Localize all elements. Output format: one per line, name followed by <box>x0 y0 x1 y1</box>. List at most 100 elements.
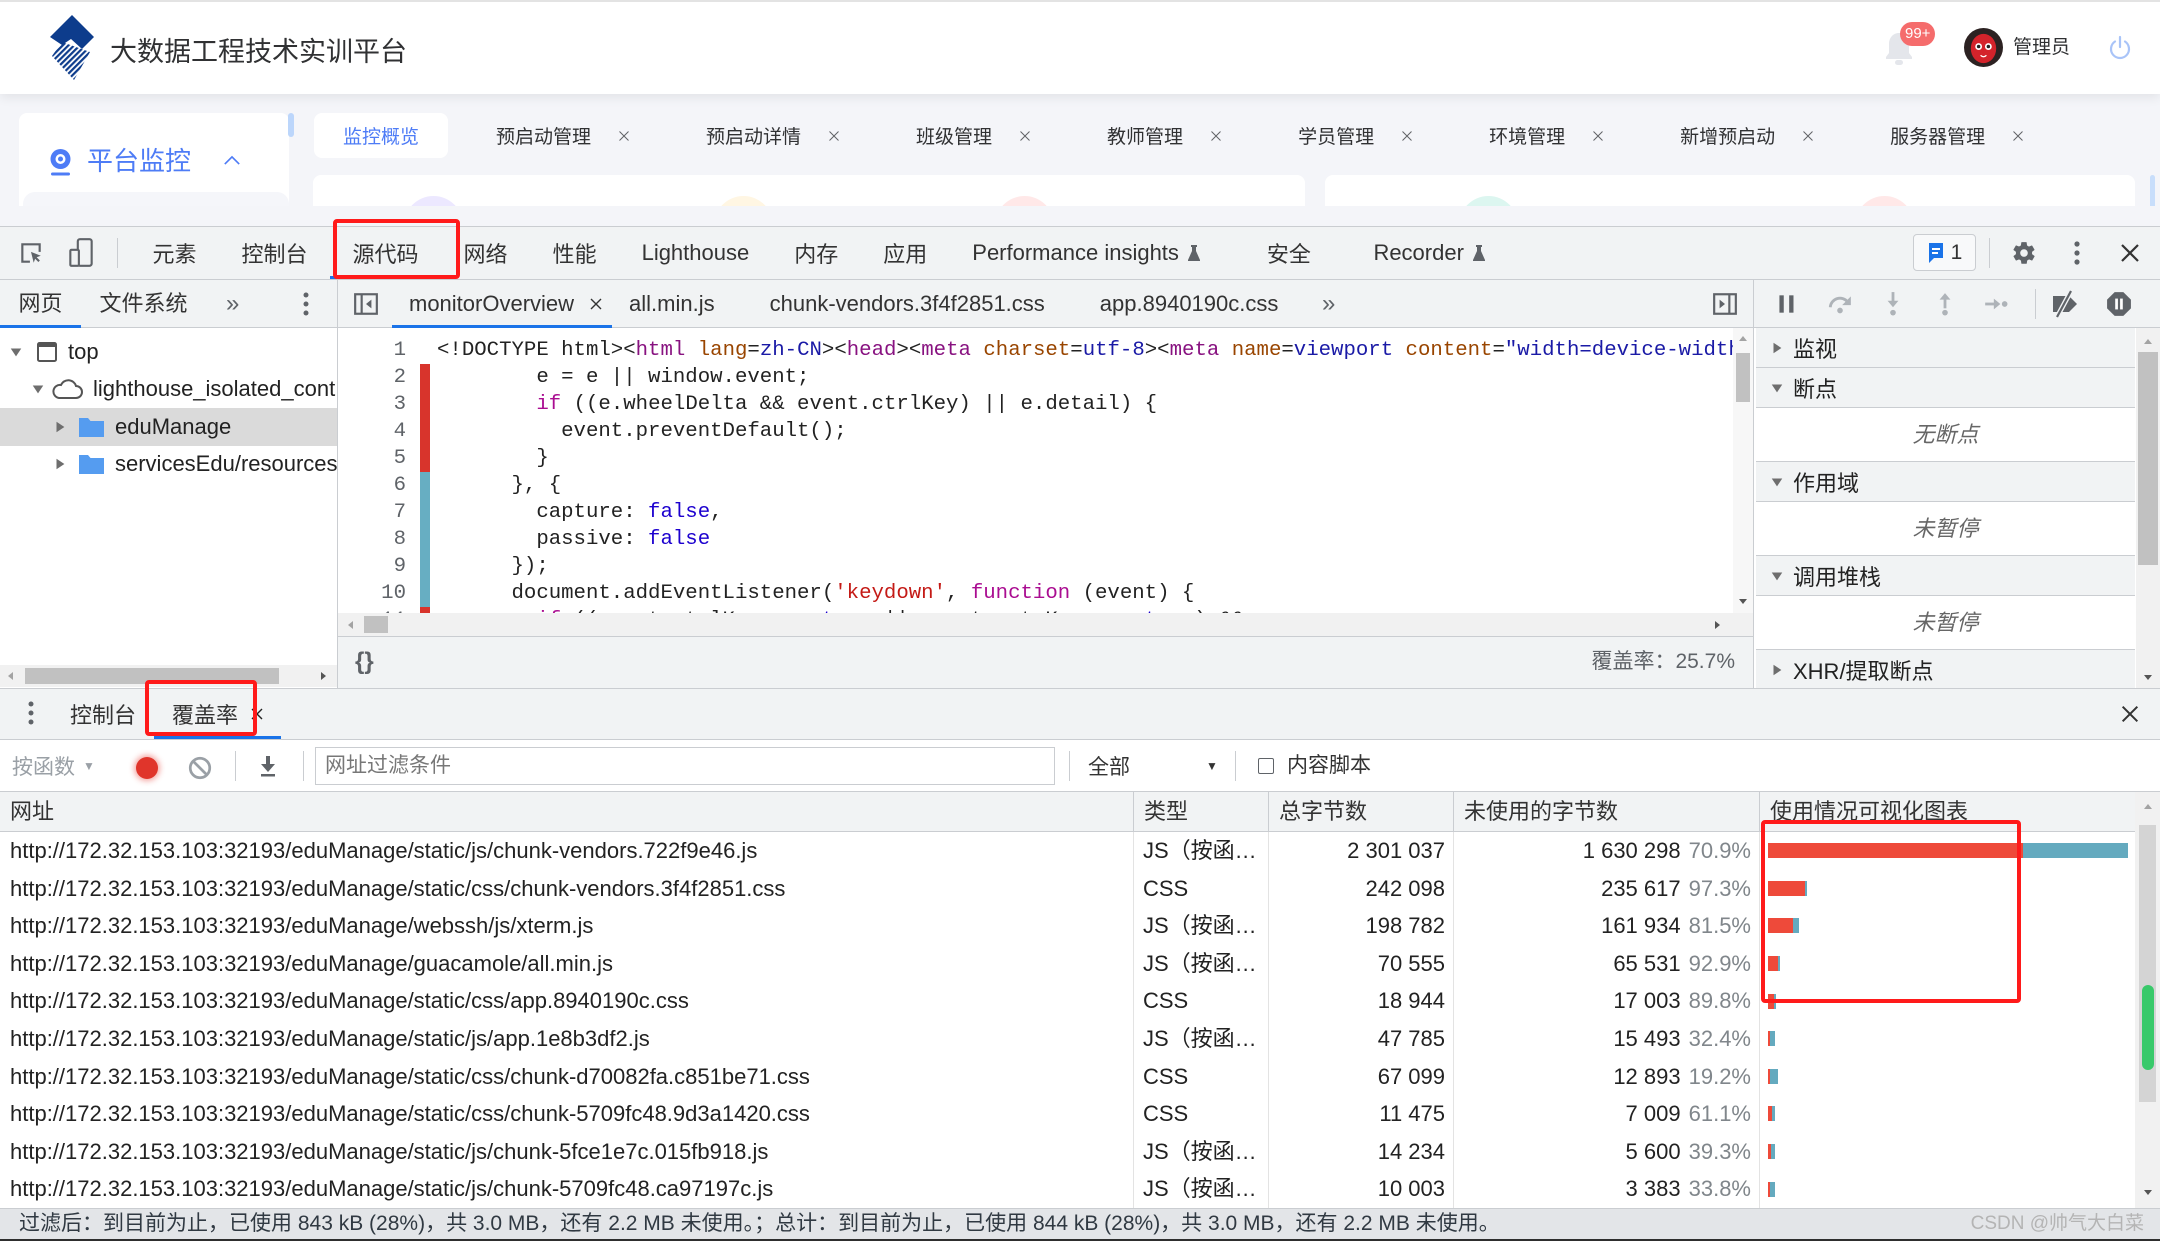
editor-vertical-scrollbar[interactable] <box>1733 328 1753 613</box>
column-header-type[interactable]: 类型 <box>1133 792 1268 832</box>
url-filter-input[interactable] <box>315 747 1055 785</box>
close-icon[interactable] <box>618 130 630 142</box>
scroll-right-icon[interactable] <box>318 671 328 681</box>
page-tab[interactable]: 新增预启动 <box>1680 113 1890 158</box>
expand-down-icon[interactable] <box>30 381 46 397</box>
more-editor-tabs-button[interactable]: » <box>1322 288 1335 320</box>
user-avatar[interactable] <box>1964 28 2003 67</box>
debugger-section-header[interactable]: 作用域 <box>1756 462 2135 502</box>
clear-icon[interactable] <box>187 755 213 781</box>
scroll-right-icon[interactable] <box>1712 620 1722 630</box>
page-scrollbar[interactable] <box>2150 175 2155 206</box>
coverage-row[interactable]: http://172.32.153.103:32193/eduManage/st… <box>0 1132 2135 1171</box>
close-icon[interactable] <box>590 298 602 310</box>
line-number[interactable]: 10 <box>338 580 406 607</box>
editor-tab[interactable]: app.8940190c.css <box>1083 280 1317 328</box>
page-tab[interactable]: 预启动管理 <box>496 113 706 158</box>
page-tab[interactable]: 环境管理 <box>1489 113 1680 158</box>
debugger-section-header[interactable]: 断点 <box>1756 368 2135 408</box>
coverage-row[interactable]: http://172.32.153.103:32193/eduManage/st… <box>0 982 2135 1020</box>
deactivate-breakpoints-icon[interactable] <box>2050 290 2080 318</box>
line-number[interactable]: 3 <box>338 391 406 418</box>
debugger-section-header[interactable]: XHR/提取断点 <box>1756 650 2135 690</box>
tree-item[interactable]: top <box>0 333 337 371</box>
scrollbar-thumb[interactable] <box>25 668 279 684</box>
line-number[interactable]: 5 <box>338 445 406 472</box>
drawer-menu-icon[interactable] <box>24 699 38 727</box>
page-tab[interactable]: 预启动详情 <box>706 113 916 158</box>
line-number[interactable]: 6 <box>338 472 406 499</box>
close-icon[interactable] <box>2012 130 2024 142</box>
step-out-icon[interactable] <box>1932 291 1958 317</box>
step-over-icon[interactable] <box>1827 291 1853 317</box>
more-navigator-tabs-button[interactable]: » <box>226 288 239 320</box>
line-number[interactable]: 2 <box>338 364 406 391</box>
tree-item[interactable]: lighthouse_isolated_cont <box>0 371 337 409</box>
devtools-tab[interactable]: 元素 <box>130 227 219 279</box>
page-tab[interactable]: 教师管理 <box>1107 113 1298 158</box>
expand-right-icon[interactable] <box>52 456 68 472</box>
coverage-row[interactable]: http://172.32.153.103:32193/eduManage/st… <box>0 832 2135 870</box>
coverage-row[interactable]: http://172.32.153.103:32193/eduManage/st… <box>0 1095 2135 1133</box>
scroll-up-icon[interactable] <box>2143 337 2153 347</box>
chevron-up-icon[interactable] <box>223 155 241 166</box>
scrollbar-thumb[interactable] <box>1736 353 1750 402</box>
editor-tab[interactable]: monitorOverview <box>392 280 613 328</box>
devtools-tab[interactable]: 内存 <box>772 227 861 279</box>
device-toolbar-icon[interactable] <box>68 237 94 269</box>
editor-horizontal-scrollbar[interactable] <box>338 613 1753 636</box>
devtools-tab[interactable]: 控制台 <box>219 227 330 279</box>
devtools-tab[interactable]: 性能 <box>530 227 619 279</box>
scroll-down-icon[interactable] <box>1738 596 1748 606</box>
sidebar-scrollbar[interactable] <box>288 113 294 137</box>
export-download-icon[interactable] <box>259 754 277 778</box>
coverage-row[interactable]: http://172.32.153.103:32193/eduManage/st… <box>0 1170 2135 1208</box>
navigator-tab[interactable]: 文件系统 <box>81 280 206 328</box>
tree-item[interactable]: eduManage <box>0 408 337 446</box>
page-tab[interactable]: 服务器管理 <box>1890 113 2100 158</box>
close-devtools-icon[interactable] <box>2118 241 2142 265</box>
close-icon[interactable] <box>1592 130 1604 142</box>
devtools-tab[interactable]: 网络 <box>441 227 530 279</box>
editor-tab[interactable]: chunk-vendors.3f4f2851.css <box>753 280 1083 328</box>
devtools-tab[interactable]: 安全 <box>1240 227 1351 279</box>
debugger-section-header[interactable]: 调用堆栈 <box>1756 556 2135 596</box>
page-tab[interactable]: 监控概览 <box>314 113 448 158</box>
devtools-tab[interactable]: 源代码 <box>330 227 442 279</box>
page-tab[interactable]: 班级管理 <box>916 113 1107 158</box>
devtools-tab[interactable]: 应用 <box>861 227 950 279</box>
inspect-element-icon[interactable] <box>18 240 44 266</box>
navigator-menu-icon[interactable] <box>298 290 314 318</box>
expand-down-icon[interactable] <box>8 344 24 360</box>
content-scripts-label[interactable]: 内容脚本 <box>1287 750 1371 782</box>
close-icon[interactable] <box>1802 130 1814 142</box>
navigator-horizontal-scrollbar[interactable] <box>0 665 337 687</box>
resource-type-select[interactable]: 全部 ▼ <box>1088 750 1218 782</box>
line-number[interactable]: 9 <box>338 553 406 580</box>
pretty-print-button[interactable]: {} <box>355 646 374 678</box>
user-name[interactable]: 管理员 <box>2013 33 2070 63</box>
scrollbar-thumb[interactable] <box>2138 352 2158 565</box>
tree-item[interactable]: servicesEdu/resources/ <box>0 446 337 484</box>
expand-right-icon[interactable] <box>52 419 68 435</box>
close-drawer-icon[interactable] <box>2119 703 2141 725</box>
editor-tab[interactable]: all.min.js <box>612 280 753 328</box>
column-header-total-bytes[interactable]: 总字节数 <box>1268 792 1453 832</box>
column-header-usage-visualization[interactable]: 使用情况可视化图表 <box>1759 792 2135 832</box>
content-scripts-checkbox[interactable] <box>1258 758 1274 774</box>
close-icon[interactable] <box>250 708 263 721</box>
debugger-scrollbar[interactable] <box>2136 328 2160 689</box>
coverage-type-select[interactable]: 按函数 ▼ <box>12 750 95 782</box>
close-icon[interactable] <box>828 130 840 142</box>
debugger-section-header[interactable]: 监视 <box>1756 328 2135 368</box>
coverage-row[interactable]: http://172.32.153.103:32193/eduManage/we… <box>0 907 2135 945</box>
close-icon[interactable] <box>1210 130 1222 142</box>
toggle-navigator-icon[interactable] <box>353 291 379 317</box>
scroll-up-icon[interactable] <box>2143 802 2153 812</box>
toggle-debugger-icon[interactable] <box>1712 291 1738 317</box>
table-vertical-scrollbar[interactable] <box>2135 792 2160 1208</box>
code-editor[interactable]: 1 <!DOCTYPE html><html lang=zh-CN><head><… <box>338 328 1733 613</box>
scroll-down-icon[interactable] <box>2143 1187 2153 1197</box>
coverage-row[interactable]: http://172.32.153.103:32193/eduManage/st… <box>0 1057 2135 1096</box>
pause-on-exceptions-icon[interactable] <box>2106 291 2132 317</box>
